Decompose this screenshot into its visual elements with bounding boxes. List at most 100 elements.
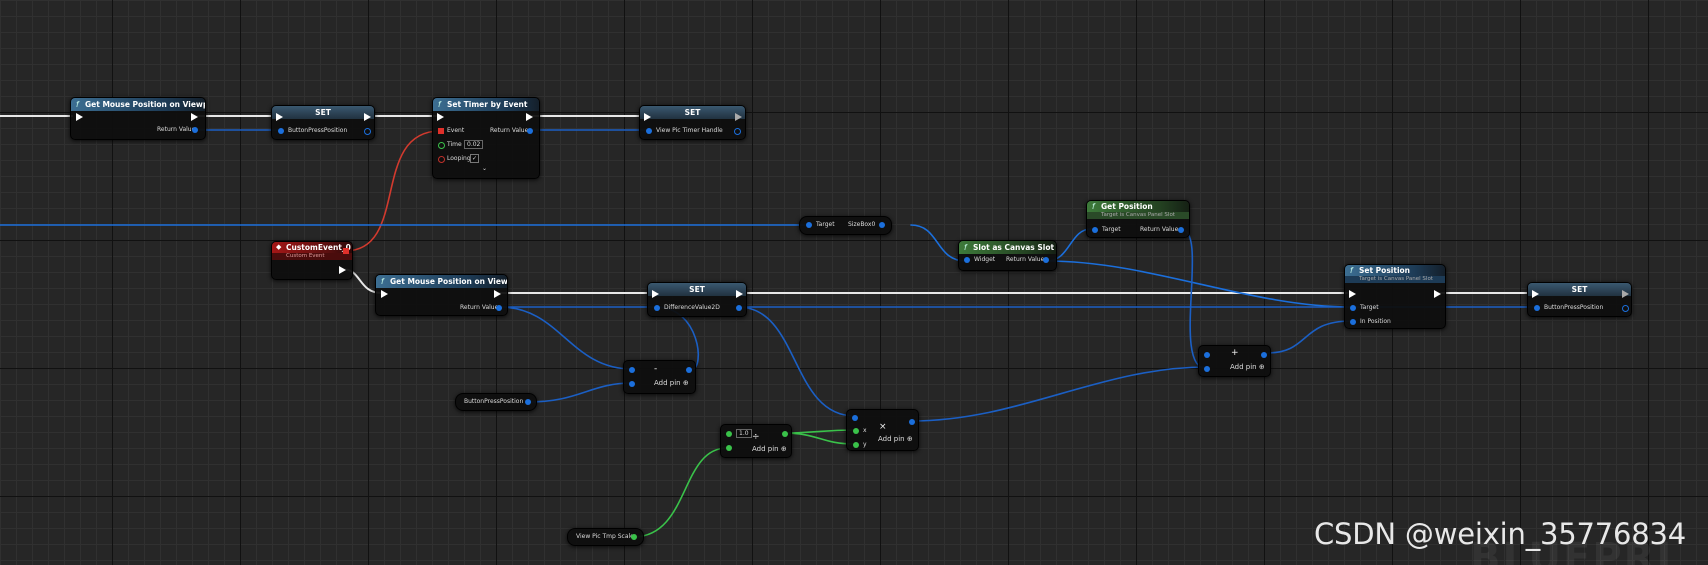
variable-label: View Pic Tmp Scale [576,533,634,540]
time-input[interactable]: 0.02 [464,140,484,149]
sizebox-getter-node[interactable]: Target SizeBox0 [799,216,892,235]
vector-wire [737,306,856,417]
exec-in-pin[interactable] [381,290,388,298]
add-pin-button[interactable]: Add pin ⊕ [1230,363,1265,371]
output-pin[interactable] [1261,352,1267,358]
add-operator: + [1231,348,1239,358]
get-mouse-position-node-2[interactable]: f Get Mouse Position on Viewport Return V… [375,274,508,316]
output-pin[interactable] [909,419,915,425]
variable-label: ButtonPressPosition [1544,304,1604,311]
expand-arrow-icon[interactable]: ⌄ [482,165,487,173]
input-b-pin[interactable] [726,445,732,451]
exec-in-pin[interactable] [652,290,659,298]
output-pin[interactable] [782,431,788,437]
target-pin[interactable] [806,222,812,228]
add-node[interactable]: + Add pin ⊕ [1198,345,1271,377]
view-pic-tmp-scale-getter[interactable]: View Pic Tmp Scale [567,528,644,546]
return-value-pin[interactable] [192,127,198,133]
return-value-pin[interactable] [1178,227,1184,233]
node-header: f Get Mouse Position on Viewport [376,275,507,288]
exec-out-pin[interactable] [735,113,742,121]
delegate-out-pin[interactable] [343,248,349,254]
function-icon: f [1092,202,1095,211]
set-button-press-position-node[interactable]: SET ButtonPressPosition [271,105,375,140]
return-value-pin[interactable] [527,128,533,134]
get-position-node[interactable]: f Get Position Target is Canvas Panel Slo… [1086,200,1190,238]
value-out-pin[interactable] [879,222,885,228]
node-header: f Set Position [1345,265,1445,276]
exec-in-pin[interactable] [276,113,283,121]
blueprint-graph-canvas[interactable]: f Get Mouse Position on Viewport Return V… [0,0,1708,565]
input-a-pin[interactable] [1204,352,1210,358]
set-difference-value-node[interactable]: SET DifferenceValue2D [647,282,747,317]
exec-in-pin[interactable] [1349,290,1356,298]
get-mouse-position-node[interactable]: f Get Mouse Position on Viewport Return V… [70,97,206,140]
input-a-pin[interactable] [726,431,732,437]
float-wire [781,432,856,445]
exec-out-pin[interactable] [364,113,371,121]
in-position-pin[interactable] [1350,319,1356,325]
object-wire [1046,260,1352,308]
add-pin-button[interactable]: Add pin ⊕ [752,445,787,453]
slot-as-canvas-slot-node[interactable]: f Slot as Canvas Slot Widget Return Value [958,240,1057,271]
exec-in-pin[interactable] [437,113,444,121]
exec-out-pin[interactable] [494,290,501,298]
y-pin[interactable] [853,442,859,448]
set-position-node[interactable]: f Set Position Target is Canvas Panel Slo… [1344,264,1446,329]
exec-out-pin[interactable] [526,113,533,121]
custom-event-node[interactable]: ◆ CustomEvent_0 Custom Event [271,241,353,280]
looping-pin[interactable] [438,156,445,163]
exec-in-pin[interactable] [644,113,651,121]
value-out-pin[interactable] [364,128,371,135]
target-pin[interactable] [1350,305,1356,311]
event-pin[interactable] [438,128,444,134]
widget-pin[interactable] [964,257,970,263]
value-in-pin[interactable] [1534,305,1540,311]
value-out-pin[interactable] [525,399,531,405]
return-value-pin[interactable] [1043,257,1049,263]
multiply-node[interactable]: x y × Add pin ⊕ [846,409,919,451]
return-value-label: Return Value [460,304,499,311]
exec-in-pin[interactable] [76,113,83,121]
input-b-pin[interactable] [629,381,635,387]
exec-out-pin[interactable] [1622,290,1629,298]
value-out-pin[interactable] [631,534,637,540]
exec-out-pin[interactable] [736,290,743,298]
time-pin[interactable] [438,142,445,149]
subtract-node[interactable]: - Add pin ⊕ [623,360,696,394]
wires-layer [0,115,1537,538]
input-a-pin[interactable] [629,367,635,373]
looping-checkbox[interactable]: ✓ [470,154,479,163]
exec-out-pin[interactable] [1434,290,1441,298]
return-value-pin[interactable] [496,305,502,311]
divide-node[interactable]: 1.0 ÷ Add pin ⊕ [720,424,792,458]
target-pin[interactable] [1092,227,1098,233]
node-header: f Get Mouse Position on Viewport [71,98,205,111]
input-b-pin[interactable] [1204,366,1210,372]
value-in-pin[interactable] [278,128,284,134]
value-out-pin[interactable] [736,305,742,311]
exec-out-pin[interactable] [191,113,198,121]
divisor-value-input[interactable]: 1.0 [736,429,752,438]
node-header: f Get Position [1087,201,1189,212]
set-button-press-position-node-2[interactable]: SET ButtonPressPosition [1527,282,1632,317]
x-pin[interactable] [853,428,859,434]
value-out-pin[interactable] [1622,305,1629,312]
value-in-pin[interactable] [646,128,652,134]
add-pin-button[interactable]: Add pin ⊕ [654,379,689,387]
set-timer-handle-node[interactable]: SET View Pic Timer Handle [639,105,746,140]
add-pin-button[interactable]: Add pin ⊕ [878,435,913,443]
output-pin[interactable] [686,367,692,373]
value-out-pin[interactable] [734,128,741,135]
value-in-pin[interactable] [654,305,660,311]
variable-label: DifferenceValue2D [664,304,720,311]
exec-in-pin[interactable] [1532,290,1539,298]
set-timer-by-event-node[interactable]: f Set Timer by Event Event Return Value T… [432,97,540,179]
target-label: Target [1102,226,1121,233]
divide-operator: ÷ [752,432,760,442]
node-subtitle: Target is Canvas Panel Slot [1087,212,1189,219]
input-a-pin[interactable] [852,415,858,421]
multiply-operator: × [879,422,887,432]
button-press-position-getter[interactable]: ButtonPressPosition [455,393,537,411]
exec-out-pin[interactable] [339,266,346,274]
